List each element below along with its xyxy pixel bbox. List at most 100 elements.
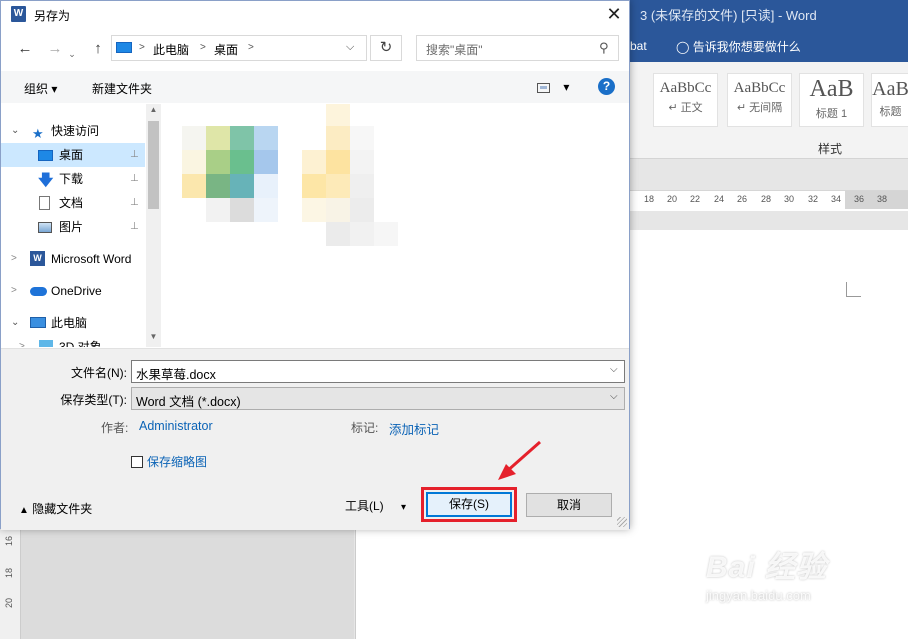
- back-button[interactable]: ←: [15, 39, 35, 59]
- close-button[interactable]: ✕: [601, 3, 627, 25]
- lightbulb-icon: ◯: [676, 40, 690, 54]
- dialog-title: 另存为: [34, 9, 71, 23]
- blurred-file-tile: [326, 104, 350, 126]
- scroll-thumb[interactable]: [148, 121, 159, 209]
- star-icon: ★: [32, 126, 44, 141]
- dialog-titlebar: [1, 1, 629, 29]
- recent-locations-chevron-icon[interactable]: ⌄: [67, 44, 77, 64]
- blurred-file-tile: [230, 198, 254, 222]
- expand-chevron-icon[interactable]: ⌄: [11, 119, 19, 143]
- expand-chevron-icon[interactable]: >: [11, 279, 17, 303]
- style-sample: AaBbCc: [733, 80, 786, 96]
- baidu-watermark: Bai 经验 jingyan.baidu.com: [706, 542, 827, 603]
- author-label: 作者:: [101, 421, 129, 435]
- save-thumbnail-checkbox[interactable]: [131, 456, 143, 468]
- breadcrumb-this-pc[interactable]: 此电脑: [153, 41, 189, 58]
- styles-group-label: 样式: [818, 142, 843, 156]
- word-window-title: 3 (未保存的文件) [只读] - Word: [640, 8, 817, 23]
- expand-chevron-icon[interactable]: >: [11, 247, 17, 271]
- blurred-file-tile: [374, 222, 398, 246]
- style-sample: AaB: [809, 76, 854, 102]
- file-list[interactable]: [162, 104, 629, 347]
- expand-chevron-icon[interactable]: >: [19, 335, 25, 347]
- desktop-icon: [38, 150, 53, 161]
- blurred-file-tile: [230, 150, 254, 174]
- nav-item-documents[interactable]: 文档 ⊥: [1, 191, 145, 215]
- nav-item-pictures[interactable]: 图片 ⊥: [1, 215, 145, 239]
- red-arrow-annotation-icon: [498, 440, 541, 480]
- scroll-down-icon[interactable]: ▼: [146, 332, 161, 345]
- nav-item-this-pc[interactable]: ⌄ 此电脑: [1, 311, 145, 335]
- chevron-down-icon[interactable]: ⌵: [610, 391, 618, 402]
- filename-input[interactable]: 水果草莓.docx ⌵: [131, 360, 625, 383]
- save-thumbnail-label[interactable]: 保存缩略图: [147, 453, 207, 470]
- nav-item-label: 图片: [59, 220, 84, 234]
- blurred-file-tile: [302, 174, 326, 198]
- ruler-number: 38: [877, 194, 888, 204]
- save-button[interactable]: 保存(S): [426, 492, 512, 517]
- hide-folders-button[interactable]: ▲ 隐藏文件夹: [19, 500, 92, 517]
- filetype-label: 保存类型(T):: [60, 393, 127, 407]
- watermark-brand: Bai 经验: [706, 551, 828, 584]
- new-folder-button[interactable]: 新建文件夹: [92, 80, 152, 97]
- chevron-down-icon[interactable]: ⌵: [610, 364, 618, 375]
- ruler-number: 30: [784, 194, 795, 204]
- resize-grip[interactable]: [617, 517, 627, 527]
- blurred-file-tile: [326, 222, 350, 246]
- refresh-button[interactable]: ↻: [370, 35, 402, 61]
- pin-icon: ⊥: [130, 173, 139, 184]
- breadcrumb-separator: >: [248, 42, 254, 53]
- address-bar[interactable]: > 此电脑 > 桌面 > ⌵: [111, 35, 367, 61]
- document-page-lower[interactable]: [355, 528, 631, 639]
- nav-item-microsoft-word[interactable]: > W Microsoft Word: [1, 247, 145, 271]
- blurred-file-tile: [302, 150, 326, 174]
- cancel-button[interactable]: 取消: [526, 493, 612, 517]
- tools-button[interactable]: 工具(L) ▾: [345, 497, 406, 514]
- nav-item-3d-objects[interactable]: > 3D 对象: [1, 335, 145, 347]
- author-field[interactable]: Administrator: [139, 419, 213, 433]
- filetype-select[interactable]: Word 文档 (*.docx) ⌵: [131, 387, 625, 410]
- tags-label: 标记:: [351, 421, 379, 435]
- breadcrumb-desktop[interactable]: 桌面: [214, 41, 238, 58]
- nav-item-label: 下载: [59, 172, 84, 186]
- organize-button[interactable]: 组织 ▾: [24, 80, 57, 97]
- tags-field[interactable]: 添加标记: [389, 419, 439, 438]
- vertical-ruler-number: 20: [4, 597, 15, 609]
- tell-me-search[interactable]: ◯ 告诉我你想要做什么: [676, 38, 801, 55]
- style-normal[interactable]: AaBbCc ↵ 正文: [653, 73, 718, 127]
- navigation-pane: ⌄ ★ 快速访问 桌面 ⊥ 🡇 下载 ⊥ 文档 ⊥ 图片 ⊥ > W Micro…: [1, 104, 161, 347]
- blurred-file-tile: [254, 150, 278, 174]
- filetype-value: Word 文档 (*.docx): [136, 395, 241, 409]
- nav-item-desktop[interactable]: 桌面 ⊥: [1, 143, 145, 167]
- change-view-button[interactable]: ▾: [537, 80, 569, 94]
- style-title[interactable]: AaB 标题: [871, 73, 908, 127]
- forward-button[interactable]: →: [45, 39, 65, 59]
- style-name: 标题 1: [815, 108, 848, 120]
- nav-item-onedrive[interactable]: > OneDrive: [1, 279, 145, 303]
- blurred-file-tile: [350, 150, 374, 174]
- help-button[interactable]: ?: [598, 78, 615, 95]
- filename-label: 文件名(N):: [71, 366, 127, 380]
- word-app-icon: W: [11, 6, 26, 22]
- style-no-spacing[interactable]: AaBbCc ↵ 无间隔: [727, 73, 792, 127]
- blurred-file-tile: [350, 126, 374, 150]
- tab-acrobat[interactable]: bat: [630, 39, 647, 53]
- blurred-file-tile: [326, 198, 350, 222]
- download-icon: 🡇: [38, 172, 54, 189]
- blurred-file-tile: [206, 198, 230, 222]
- address-dropdown-icon[interactable]: ⌵: [346, 41, 354, 54]
- scroll-up-icon[interactable]: ▲: [146, 105, 161, 118]
- up-button[interactable]: ↑: [88, 39, 108, 59]
- nav-item-quick-access[interactable]: ⌄ ★ 快速访问: [1, 119, 145, 143]
- style-heading-1[interactable]: AaB 标题 1: [799, 73, 864, 127]
- word-icon: W: [30, 251, 45, 266]
- nav-item-downloads[interactable]: 🡇 下载 ⊥: [1, 167, 145, 191]
- nav-item-label: Microsoft Word: [51, 252, 132, 266]
- filename-value: 水果草莓.docx: [136, 368, 216, 382]
- search-input[interactable]: 搜索"桌面" ⚲: [416, 35, 619, 61]
- blurred-file-tile: [206, 174, 230, 198]
- nav-item-label: OneDrive: [51, 284, 102, 298]
- expand-chevron-icon[interactable]: ⌄: [11, 311, 19, 335]
- style-name: ↵ 正文: [668, 102, 703, 114]
- search-placeholder: 搜索"桌面": [426, 43, 483, 57]
